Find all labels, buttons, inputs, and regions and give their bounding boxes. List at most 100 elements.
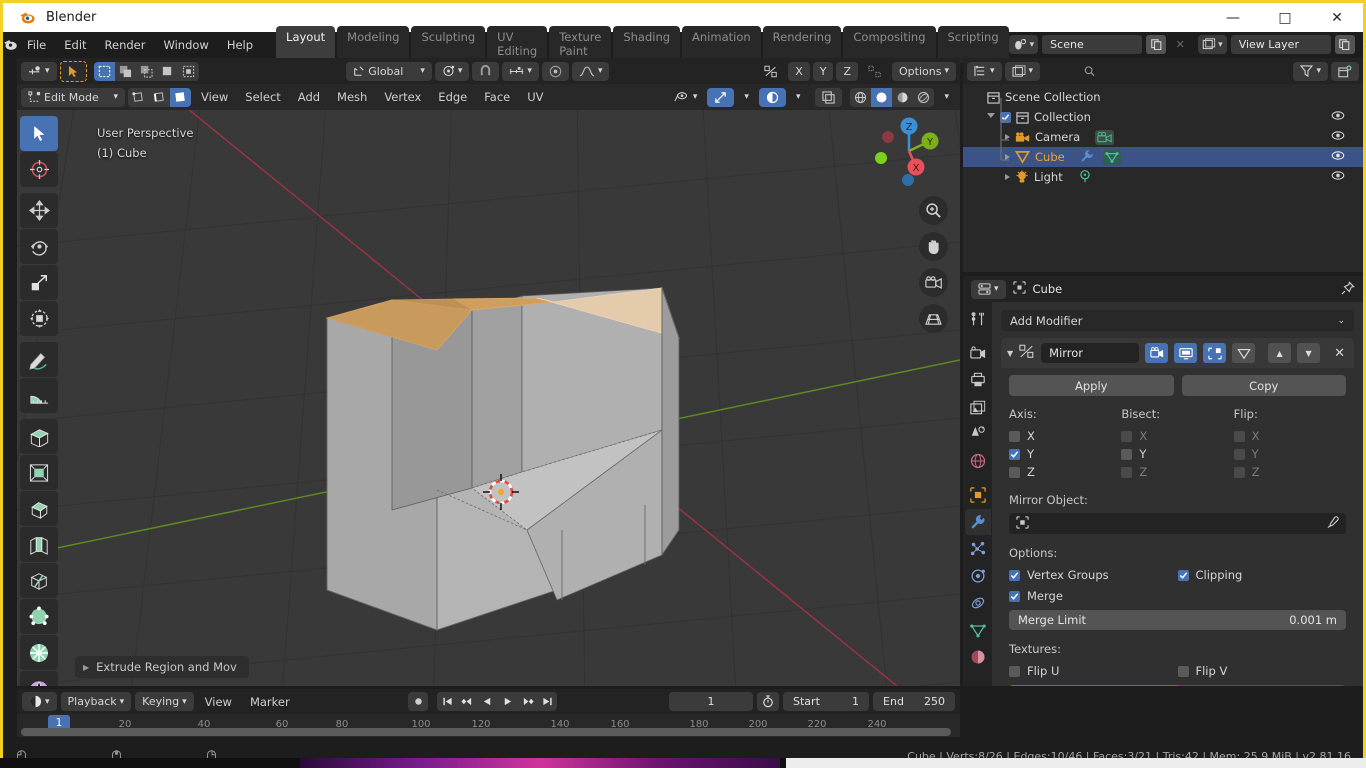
clipping-checkbox[interactable] [1178,570,1189,581]
eyedropper-icon[interactable] [1326,516,1339,532]
outliner-row-light[interactable]: Light [963,167,1363,187]
chevron-right-icon[interactable] [1005,134,1010,140]
transform-orientation-dropdown[interactable]: Global ▾ [346,62,432,81]
select-invert-button[interactable] [157,62,178,81]
realtime-toggle[interactable] [1174,343,1197,363]
menu-edit[interactable]: Edit [55,35,95,55]
mirror-object-field[interactable] [1009,513,1346,534]
select-extend-button[interactable] [115,62,136,81]
menu-vertex[interactable]: Vertex [377,88,428,106]
topology-mirror-icon[interactable] [861,62,889,81]
menu-face[interactable]: Face [477,88,517,106]
show-gizmo-button[interactable] [815,88,842,107]
vertex-groups-row[interactable]: Vertex Groups [1009,566,1178,584]
menu-keying[interactable]: Keying▾ [135,692,193,711]
menu-mesh[interactable]: Mesh [330,88,374,106]
delete-scene-button[interactable]: ✕ [1170,35,1190,54]
timeline-ruler[interactable]: 1 20 40 60 80 100 120 140 160 180 200 22… [17,714,960,737]
data-tab[interactable] [965,617,991,643]
view-layer-browse-dropdown[interactable]: ▾ [1198,35,1227,54]
outliner-row-collection[interactable]: Collection [963,107,1363,127]
shading-overlay-toggle[interactable] [759,88,786,107]
outliner-filter-button[interactable]: ▾ [1293,62,1328,81]
modifier-tab[interactable] [965,509,991,535]
menu-edge[interactable]: Edge [431,88,474,106]
material-preview-button[interactable] [892,88,913,107]
options-dropdown[interactable]: Options ▾ [892,62,956,81]
scene-browse-dropdown[interactable]: ▾ [1009,35,1039,54]
axis-z-row[interactable]: Z [1009,463,1121,481]
bisect-y-checkbox[interactable] [1121,449,1132,460]
xray-dropdown[interactable]: ▾ [737,88,756,107]
chevron-down-icon[interactable] [987,113,995,121]
bisect-y-row[interactable]: Y [1121,445,1233,463]
snap-magnet-button[interactable] [472,62,499,81]
jump-to-start-button[interactable] [437,692,457,711]
outliner-display-mode-button[interactable]: ▾ [1005,62,1041,81]
pan-hand-icon[interactable] [919,232,948,261]
edit-mode-toggle[interactable] [1203,343,1226,363]
timeline-editor-type-button[interactable]: ▾ [22,692,57,711]
loop-cut-tool[interactable] [20,527,58,562]
delete-modifier-button[interactable]: ✕ [1334,346,1345,361]
on-cage-toggle[interactable] [1232,343,1255,363]
grid-icon[interactable] [919,304,948,333]
transform-tool[interactable] [20,301,58,336]
move-modifier-down-button[interactable]: ▼ [1297,343,1320,363]
outliner-search-input[interactable] [1100,65,1250,77]
timeline-scrollbar[interactable] [21,728,951,736]
mirror-axis-y-toggle[interactable]: Y [813,62,834,81]
menu-select[interactable]: Select [238,88,287,106]
flip-u-checkbox[interactable] [1009,666,1020,677]
camera-icon[interactable] [919,268,948,297]
proportional-falloff-dropdown[interactable]: ▾ [572,62,610,81]
light-data-icon[interactable] [1078,169,1092,186]
start-frame-field[interactable]: Start 1 [783,692,869,711]
view-layer-name-field[interactable]: View Layer [1231,35,1331,54]
snap-to-dropdown[interactable]: ▾ [502,62,539,81]
merge-limit-slider[interactable]: Merge Limit 0.001 m [1009,610,1346,630]
cursor-tool[interactable] [20,152,58,187]
modifier-name-field[interactable]: Mirror [1041,343,1139,363]
tool-tab[interactable] [965,306,991,332]
select-box-tool-button[interactable] [60,61,87,82]
u-offset-slider[interactable]: U Offset 0.0000 [1009,685,1346,686]
shading-dropdown[interactable]: ▾ [937,88,956,107]
collection-enabled-checkbox[interactable] [1000,112,1011,123]
navigation-gizmo[interactable]: Z Y X [868,110,950,192]
end-frame-field[interactable]: End 250 [873,692,955,711]
mesh-data-icon[interactable] [1103,150,1121,165]
menu-help[interactable]: Help [218,35,262,55]
current-frame-field[interactable]: 1 [669,692,753,711]
tweak-tool[interactable] [20,116,58,151]
solid-shading-button[interactable] [871,88,892,107]
close-button[interactable]: ✕ [1311,3,1363,32]
axis-y-row[interactable]: Y [1009,445,1121,463]
inset-faces-tool[interactable] [20,455,58,490]
mirror-axis-z-toggle[interactable]: Z [836,62,858,81]
xray-toggle-button[interactable] [707,88,734,107]
vertex-groups-checkbox[interactable] [1009,570,1020,581]
menu-timeline-marker[interactable]: Marker [243,693,297,711]
view-layer-tab[interactable] [965,394,991,420]
pivot-point-dropdown[interactable]: ▾ [435,62,470,81]
world-tab[interactable] [965,448,991,474]
scale-tool[interactable] [20,265,58,300]
minimize-button[interactable]: — [1207,3,1259,32]
move-modifier-up-button[interactable]: ▲ [1268,343,1291,363]
play-button[interactable] [497,692,517,711]
outliner-new-collection-button[interactable] [1331,62,1359,81]
axis-y-checkbox[interactable] [1009,449,1020,460]
modifier-wrench-icon[interactable] [1080,149,1094,166]
object-tab[interactable] [965,482,991,508]
smooth-tool[interactable] [20,671,58,686]
visibility-dropdown[interactable]: ▾ [667,88,705,107]
scene-name-field[interactable]: Scene [1042,35,1142,54]
axis-z-checkbox[interactable] [1009,467,1020,478]
use-preview-range-button[interactable] [757,692,779,711]
remove-view-layer-button[interactable]: ✕ [1359,35,1366,54]
vertex-select-mode-button[interactable] [128,88,149,107]
visibility-eye-icon[interactable] [1331,150,1345,164]
operator-panel[interactable]: ▶ Extrude Region and Mov [75,656,249,678]
editor-type-selector[interactable]: ▾ [21,62,57,81]
